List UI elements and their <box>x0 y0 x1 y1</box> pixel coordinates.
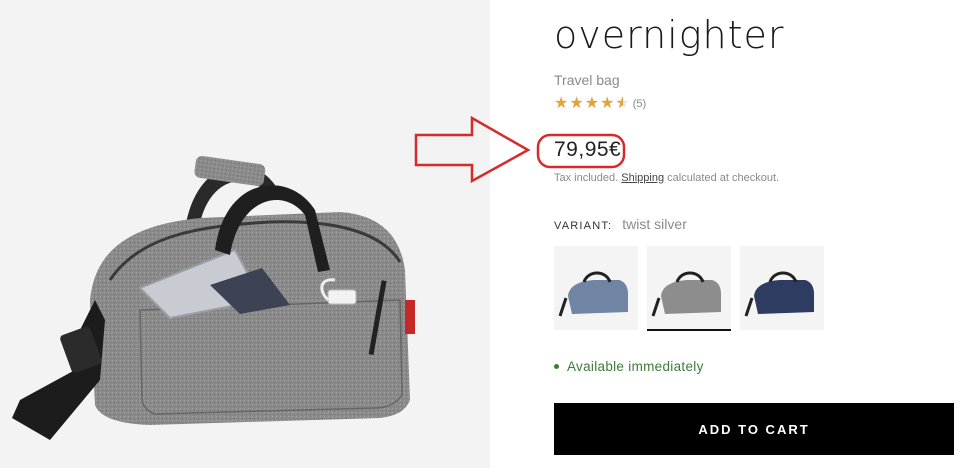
variant-row: VARIANT: twist silver <box>554 216 687 232</box>
star-icon: ★ <box>554 95 569 112</box>
variant-swatch-blue[interactable] <box>554 246 638 330</box>
tax-suffix: calculated at checkout. <box>667 172 780 184</box>
rating-count: (5) <box>632 98 647 110</box>
travel-bag-illustration <box>12 156 415 440</box>
bag-thumbnail-icon <box>651 271 721 317</box>
variant-swatch-twist-silver[interactable] <box>647 246 731 331</box>
variant-selected-value: twist silver <box>622 216 687 232</box>
add-to-cart-button[interactable]: ADD TO CART <box>554 403 954 455</box>
product-title: overnighter <box>554 13 785 57</box>
variant-label: VARIANT: <box>554 220 613 232</box>
product-image <box>0 0 490 468</box>
half-star-icon: ★ <box>615 94 629 114</box>
red-arrow-icon <box>414 115 531 184</box>
star-icon: ★ <box>569 95 584 112</box>
star-icon: ★ <box>584 95 600 112</box>
in-stock-dot-icon <box>554 364 559 369</box>
bag-thumbnail-icon <box>744 271 814 317</box>
variant-swatch-navy[interactable] <box>740 246 824 330</box>
bag-thumbnail-icon <box>558 271 628 317</box>
availability-text: Available immediately <box>567 359 704 374</box>
rating[interactable]: ★ ★ ★ ★ ★ (5) <box>554 94 646 114</box>
tax-note: Tax included. Shipping calculated at che… <box>554 172 779 184</box>
product-subtitle: Travel bag <box>554 72 620 88</box>
shipping-link[interactable]: Shipping <box>621 172 664 184</box>
tax-prefix: Tax included. <box>554 172 619 184</box>
star-icon: ★ <box>600 95 615 112</box>
variant-swatches <box>554 246 824 331</box>
product-price: 79,95€ <box>554 138 622 161</box>
availability-status: Available immediately <box>554 359 704 374</box>
